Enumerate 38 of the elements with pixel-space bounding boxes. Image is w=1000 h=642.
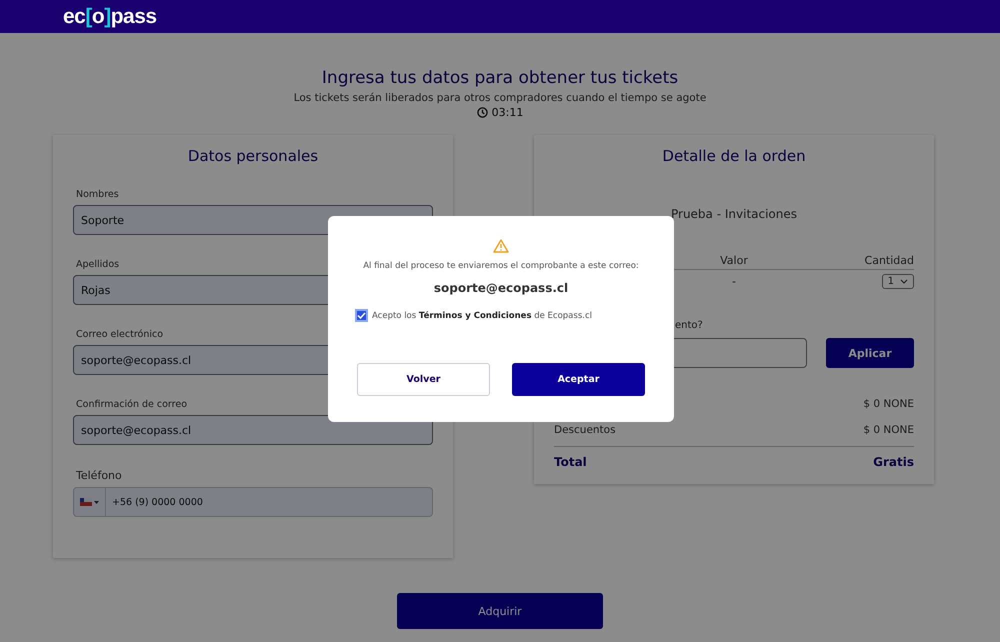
back-button[interactable]: Volver (357, 363, 490, 396)
field-label: Nombres (75, 189, 119, 200)
column-header: Cantidad (864, 254, 914, 267)
phone-field[interactable]: +56 (9) 0000 0000 (106, 487, 433, 517)
flag-icon (80, 498, 92, 506)
card-title: Datos personales (186, 147, 320, 165)
email-address: soporte@ecopass.cl (434, 281, 568, 295)
terms-text: Acepto los Términos y Condiciones de Ecopass.cl (372, 310, 592, 320)
warning-icon (493, 239, 509, 253)
field-label: Confirmación de correo (75, 399, 188, 410)
summary-amount: $ 0 NONE (863, 398, 914, 410)
column-header: Valor (719, 254, 749, 267)
field-label: Apellidos (75, 259, 120, 270)
caret-icon (94, 500, 99, 504)
card-title: Detalle de la orden (661, 147, 807, 165)
apply-button[interactable]: Aplicar (826, 338, 914, 368)
buy-button[interactable]: Adquirir (397, 593, 603, 629)
quantity-select[interactable]: 1 (882, 274, 914, 289)
text-field[interactable]: soporte@ecopass.cl (73, 415, 433, 445)
page-title: Ingresa tus datos para obtener tus tickets (322, 68, 678, 88)
clock-icon (476, 107, 488, 118)
dialog-message: Al final del proceso te enviaremos el comprobante a este correo: (363, 261, 639, 271)
total-label: Total (554, 455, 587, 469)
countdown-timer: 03:11 (492, 106, 524, 119)
logo[interactable]: ec[o]pass (63, 4, 157, 28)
terms-checkbox[interactable] (355, 309, 368, 322)
table-cell-text: - (731, 275, 737, 288)
summary-amount: $ 0 NONE (863, 424, 914, 436)
page-subtitle: Los tickets serán liberados para otros compradores cuando el tiempo se agote (294, 92, 706, 104)
field-label: Correo electrónico (75, 329, 164, 340)
field-label: Teléfono (75, 469, 122, 482)
event-name: Prueba - Invitaciones (670, 207, 798, 221)
total-value: Gratis (873, 455, 914, 469)
country-selector[interactable] (73, 487, 106, 517)
discount-label: ento? (675, 320, 703, 331)
accept-button[interactable]: Aceptar (512, 363, 645, 396)
chevron-down-icon (900, 279, 908, 284)
summary-label: Descuentos (554, 424, 616, 436)
